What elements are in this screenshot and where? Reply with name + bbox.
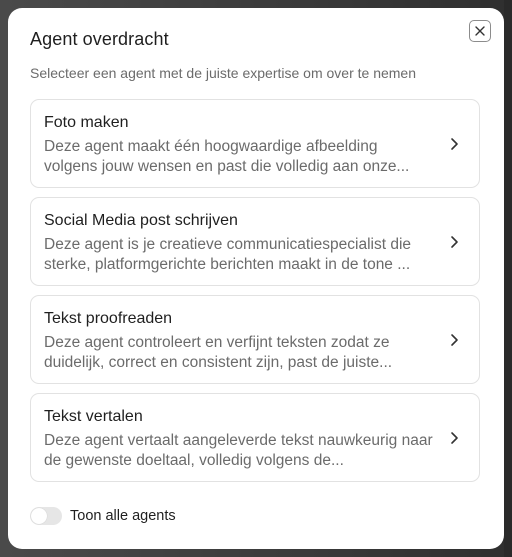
dialog-subtitle: Selecteer een agent met de juiste expert… — [30, 65, 416, 81]
close-button[interactable] — [469, 20, 491, 42]
show-all-agents-toggle[interactable] — [30, 507, 62, 525]
agent-card-tekst-proofreaden[interactable]: Tekst proofreaden Deze agent controleert… — [30, 295, 480, 384]
agent-card-description: Deze agent is je creatieve communicaties… — [44, 236, 412, 273]
agent-handover-dialog: Agent overdracht Selecteer een agent met… — [8, 8, 504, 549]
agent-card-title: Foto maken — [44, 114, 129, 131]
agent-card-title: Tekst vertalen — [44, 408, 143, 425]
show-all-agents-label: Toon alle agents — [70, 508, 176, 524]
agent-card-title: Social Media post schrijven — [44, 212, 238, 229]
agent-card-description: Deze agent controleert en verfijnt tekst… — [44, 334, 393, 371]
agent-card-title: Tekst proofreaden — [44, 310, 173, 327]
background-edge — [504, 0, 512, 557]
chevron-right-icon — [451, 334, 458, 346]
agent-card-tekst-vertalen[interactable]: Tekst vertalen Deze agent vertaalt aange… — [30, 393, 480, 482]
chevron-right-icon — [451, 432, 458, 444]
show-all-agents-row: Toon alle agents — [30, 506, 176, 526]
agent-card-foto-maken[interactable]: Foto maken Deze agent maakt één hoogwaar… — [30, 99, 480, 188]
close-icon — [475, 26, 485, 36]
agent-card-description: Deze agent maakt één hoogwaardige afbeel… — [44, 138, 410, 175]
chevron-right-icon — [451, 138, 458, 150]
agent-card-description: Deze agent vertaalt aangeleverde tekst n… — [44, 432, 433, 469]
dialog-title: Agent overdracht — [30, 29, 169, 49]
agent-card-social-media[interactable]: Social Media post schrijven Deze agent i… — [30, 197, 480, 286]
toggle-knob — [31, 508, 47, 524]
chevron-right-icon — [451, 236, 458, 248]
